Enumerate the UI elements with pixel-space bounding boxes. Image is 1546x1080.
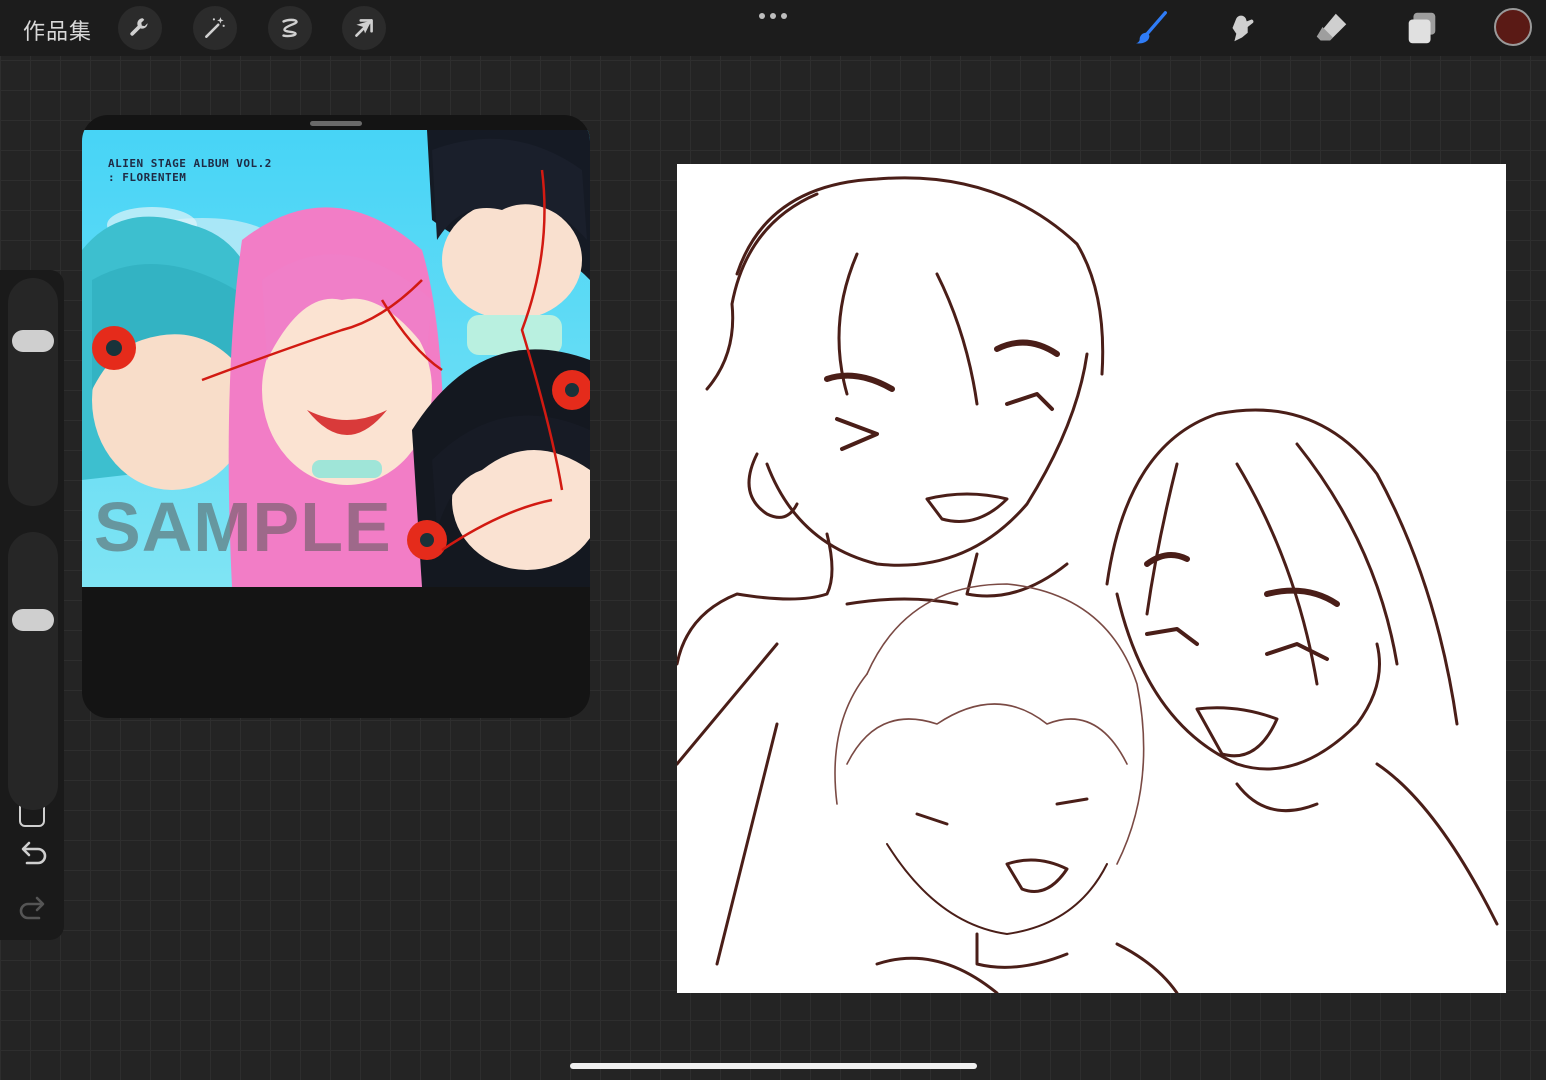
smudge-icon (1232, 15, 1254, 42)
redo-icon[interactable] (16, 894, 50, 924)
opacity-thumb[interactable] (12, 608, 54, 631)
brush-tool-button[interactable] (1132, 8, 1172, 48)
smudge-tool-button[interactable] (1222, 8, 1262, 48)
actions-button[interactable] (118, 6, 162, 50)
album-subtitle-line: : FLORENTEM (108, 171, 187, 184)
home-indicator[interactable] (570, 1063, 977, 1069)
undo-icon[interactable] (16, 839, 50, 869)
reference-drag-handle[interactable] (310, 121, 362, 126)
sample-watermark: SAMPLE (94, 488, 392, 566)
album-caption: ALIEN STAGE ALBUM VOL.2 : FLORENTEM (108, 157, 272, 185)
transform-button[interactable] (342, 6, 386, 50)
layers-button[interactable] (1402, 8, 1442, 48)
selection-icon (282, 18, 298, 38)
eraser-tool-button[interactable] (1312, 8, 1352, 48)
selection-button[interactable] (268, 6, 312, 50)
opacity-slider[interactable] (8, 532, 58, 810)
gallery-button[interactable]: 作品集 (23, 14, 92, 46)
album-title-line: ALIEN STAGE ALBUM VOL.2 (108, 157, 272, 170)
brush-size-thumb[interactable] (12, 329, 54, 352)
sketch-artwork (677, 176, 1499, 993)
reference-window[interactable]: ALIEN STAGE ALBUM VOL.2 : FLORENTEM SAMP… (82, 115, 590, 718)
ellipsis-icon[interactable] (757, 8, 789, 24)
eraser-icon (1316, 13, 1347, 41)
brush-size-slider[interactable] (8, 278, 58, 506)
wrench-icon (130, 18, 148, 36)
top-toolbar: 作品集 (0, 0, 1546, 56)
transform-arrow-icon (355, 19, 373, 37)
drawing-canvas[interactable] (677, 164, 1506, 993)
layers-icon (1408, 12, 1436, 44)
adjustments-button[interactable] (193, 6, 237, 50)
left-sidebar (0, 270, 64, 940)
brush-icon (1135, 11, 1167, 44)
magic-wand-icon (205, 17, 225, 38)
color-picker-swatch[interactable] (1494, 8, 1532, 46)
